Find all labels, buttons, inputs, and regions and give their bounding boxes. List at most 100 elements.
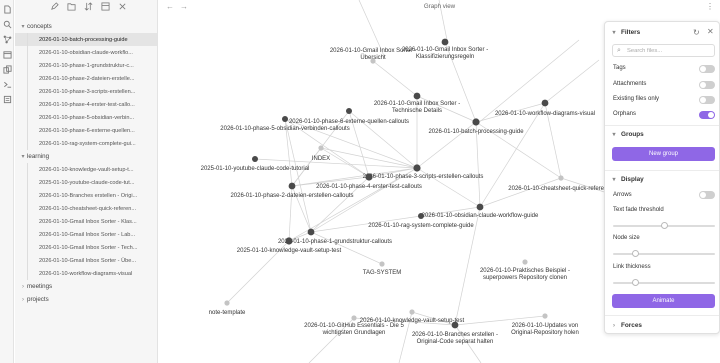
search-files-input[interactable] [627,46,713,56]
folder-label: projects [27,296,49,303]
file-item[interactable]: 2026-01-10-Branches erstellen - Origi... [15,189,157,202]
graph-node[interactable] [282,116,288,122]
divider [605,170,719,171]
file-item[interactable]: 2026-01-10-workflow-diagrams-visual [15,267,157,280]
graph-node[interactable] [351,315,357,321]
chevron-down-icon: ▾ [21,24,25,30]
graph-edge [284,118,312,233]
link-thickness-slider[interactable] [613,279,715,286]
groups-section-header[interactable]: ▾ Groups [611,131,643,138]
graph-node-label: 2026-01-10-Praktisches Beispiel - [480,268,570,274]
file-item[interactable]: 2026-01-10-rag-system-complete-gui... [15,137,157,150]
file-item[interactable]: 2026-01-10-Gmail Inbox Sorter - Tech... [15,241,157,254]
slider-handle[interactable] [632,250,639,257]
file-item[interactable]: 2026-01-10-Gmail Inbox Sorter - Klas... [15,215,157,228]
graph-node-label: 2025-01-10-knowledge-vault-setup-test [237,248,342,254]
reset-icon[interactable]: ↻ [693,28,700,37]
new-note-icon[interactable] [49,2,59,12]
graph-node[interactable] [409,309,415,315]
more-options-icon[interactable]: ⋮ [706,2,714,11]
graph-node[interactable] [379,261,385,267]
forces-section-header[interactable]: › Forces [611,322,642,329]
graph-node-label: 2026-01-10-Gmail Inbox Sorter - [374,101,460,107]
search-box: ⌕ [612,44,715,57]
graph-node-label: superpowers Repository clonen [483,275,567,281]
arrows-toggle[interactable] [699,191,715,199]
graph-node-label: 2026-01-10-GitHub Essentials - Die 5 [304,323,404,329]
graph-node[interactable] [441,38,449,46]
file-item[interactable]: 2026-01-10-knowledge-vault-setup-t... [15,163,157,176]
node-size-label: Node size [613,235,640,241]
file-item[interactable]: 2026-01-10-phase-5-obsidian-verbin... [15,111,157,124]
graph-node-label: 2026-01-10-phase-5-obsidian-verbinden-ca… [220,126,349,132]
file-item[interactable]: 2026-01-10-cheatsheet-quick-referen... [15,202,157,215]
chevron-down-icon: ▾ [612,177,616,183]
new-group-button[interactable]: New group [612,147,715,161]
graph-node-label: 2026-01-10-phase-2-dateien-erstellen-cal… [230,193,353,199]
graph-node-label: 2026-01-10-Updates von [512,323,578,329]
folder-learning[interactable]: ▾ learning [15,150,157,163]
file-item[interactable]: 2026-01-10-phase-6-externe-quellen... [15,124,157,137]
graph-node[interactable] [476,203,484,211]
filters-section-header[interactable]: ▾ Filters [611,29,640,36]
graph-node[interactable] [413,164,421,172]
slider-handle[interactable] [660,222,668,229]
display-section-header[interactable]: ▾ Display [611,176,644,183]
terminal-icon[interactable] [2,79,12,89]
graph-edge [544,59,600,104]
search-icon[interactable] [2,19,12,29]
sort-icon[interactable] [83,2,93,12]
graph-node[interactable] [472,118,480,126]
file-item[interactable]: 2026-01-10-Gmail Inbox Sorter - Übe... [15,254,157,267]
graph-node[interactable] [252,156,258,162]
animate-button[interactable]: Animate [612,294,715,308]
templates-icon[interactable] [2,94,12,104]
new-folder-icon[interactable] [66,2,76,12]
graph-node[interactable] [558,175,564,181]
graph-node[interactable] [307,228,315,236]
close-icon[interactable] [117,2,127,12]
file-item[interactable]: 2026-01-10-phase-4-erster-test-callo... [15,98,157,111]
graph-node-label: Klassifizierungsregeln [416,54,474,60]
graph-node[interactable] [318,145,324,151]
graph-node[interactable] [418,213,424,219]
graph-node[interactable] [288,182,296,190]
existing-files-toggle[interactable] [699,96,715,104]
graph-node-label: 2026-01-10-batch-processing-guide [428,129,524,135]
file-item[interactable]: 2026-01-10-phase-2-dateien-erstelle... [15,72,157,85]
text-fade-slider[interactable] [613,222,715,229]
graph-node[interactable] [285,237,293,245]
file-item[interactable]: 2026-01-10-Gmail Inbox Sorter - Lab... [15,228,157,241]
file-item[interactable]: 2026-01-10-phase-3-scripts-erstellen... [15,85,157,98]
node-size-slider[interactable] [613,250,715,257]
copy-icon[interactable] [2,64,12,74]
tags-toggle[interactable] [699,65,715,73]
file-item[interactable]: 2026-01-10-batch-processing-guide [15,33,157,46]
close-icon[interactable]: ✕ [707,27,714,36]
orphans-toggle[interactable] [699,111,715,119]
folder-concepts[interactable]: ▾ concepts [15,20,157,33]
graph-node[interactable] [542,313,548,319]
folder-meetings[interactable]: › meetings [15,280,157,293]
collapse-icon[interactable] [100,2,110,12]
display-title: Display [621,176,644,183]
file-item[interactable]: 2025-01-10-youtube-claude-code-tut... [15,176,157,189]
graph-node[interactable] [451,321,459,329]
attachments-label: Attachments [613,81,647,87]
folder-projects[interactable]: › projects [15,293,157,306]
graph-node-label: 2026-01-10-rag-system-complete-guide [368,223,474,229]
graph-node[interactable] [522,259,528,265]
graph-node[interactable] [224,300,230,306]
calendar-icon[interactable] [2,49,12,59]
slider-handle[interactable] [632,279,639,286]
files-icon[interactable] [2,4,12,14]
graph-node[interactable] [346,108,352,114]
graph-node[interactable] [413,92,421,100]
graph-node[interactable] [365,173,373,181]
divider [605,315,719,316]
graph-node[interactable] [541,99,549,107]
file-item[interactable]: 2026-01-10-obsidian-claude-workflo... [15,46,157,59]
attachments-toggle[interactable] [699,81,715,89]
graph-icon[interactable] [2,34,12,44]
file-item[interactable]: 2026-01-10-phase-1-grundstruktur-c... [15,59,157,72]
